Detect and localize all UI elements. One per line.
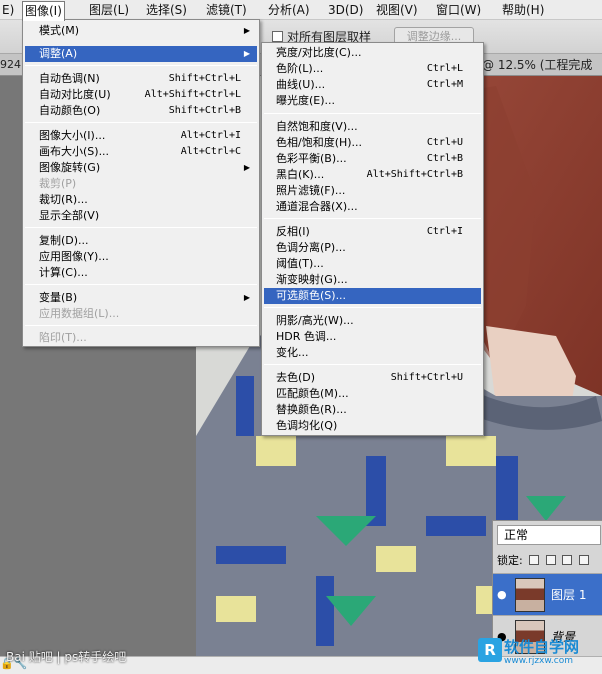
menu-item-invert[interactable]: 反相(I) Ctrl+I — [264, 224, 481, 240]
menu-item-crop[interactable]: 裁剪(P) — [25, 176, 257, 192]
menu-item-duplicate[interactable]: 复制(D)... — [25, 233, 257, 249]
menu-item-levels[interactable]: 色阶(L)... Ctrl+L — [264, 61, 481, 77]
menu-edit[interactable]: E) — [0, 1, 16, 19]
submenu-arrow-icon: ▶ — [243, 49, 250, 58]
menu-item-vibrance[interactable]: 自然饱和度(V)... — [264, 119, 481, 135]
menu-item-hue-saturation[interactable]: 色相/饱和度(H)... Ctrl+U — [264, 135, 481, 151]
layer-name: 图层 1 — [551, 588, 587, 602]
lock-label: 锁定: — [497, 554, 523, 567]
menu-layer[interactable]: 图层(L) — [87, 1, 131, 19]
menu-item-reveal-all[interactable]: 显示全部(V) — [25, 208, 257, 224]
menu-item-auto-color[interactable]: 自动颜色(O) Shift+Ctrl+B — [25, 103, 257, 119]
menu-item-shadows-highlights[interactable]: 阴影/高光(W)... — [264, 313, 481, 329]
watermark-url: www.rjzxw.com — [504, 656, 573, 666]
menu-filter[interactable]: 滤镜(T) — [204, 1, 249, 19]
menu-item-desaturate[interactable]: 去色(D) Shift+Ctrl+U — [264, 370, 481, 386]
doc-tab-left-text: 924 — [0, 58, 21, 71]
menu-item-auto-contrast[interactable]: 自动对比度(U) Alt+Shift+Ctrl+L — [25, 87, 257, 103]
menu-item-gradient-map[interactable]: 渐变映射(G)... — [264, 272, 481, 288]
image-menu: 模式(M) ▶ 调整(A) ▶ 自动色调(N) Shift+Ctrl+L 自动对比度(… — [22, 19, 260, 347]
menu-help[interactable]: 帮助(H) — [500, 1, 546, 19]
menu-item-calculations[interactable]: 计算(C)... — [25, 265, 257, 281]
menu-separator — [264, 307, 481, 308]
menu-item-variations[interactable]: 变化... — [264, 345, 481, 361]
watermark-left: Bai 贴吧 | ps转手绘吧 — [6, 650, 127, 664]
menu-window[interactable]: 窗口(W) — [434, 1, 483, 19]
menu-item-threshold[interactable]: 阈值(T)... — [264, 256, 481, 272]
lock-pixels-icon[interactable] — [545, 555, 556, 565]
submenu-arrow-icon: ▶ — [243, 293, 250, 302]
layer-row-1[interactable]: ● 图层 1 — [493, 573, 602, 615]
menu-item-canvas-size[interactable]: 画布大小(S)... Alt+Ctrl+C — [25, 144, 257, 160]
menu-view[interactable]: 视图(V) — [374, 1, 420, 19]
menu-separator — [25, 122, 257, 123]
menu-item-exposure[interactable]: 曝光度(E)... — [264, 93, 481, 109]
menu-separator — [264, 364, 481, 365]
lock-row: 锁定: — [497, 553, 589, 569]
lock-all-icon[interactable] — [578, 555, 589, 565]
menu-item-image-rotation[interactable]: 图像旋转(G) ▶ — [25, 160, 257, 176]
menu-item-replace-color[interactable]: 替换颜色(R)... — [264, 402, 481, 418]
menu-item-trim[interactable]: 裁切(R)... — [25, 192, 257, 208]
menu-item-photo-filter[interactable]: 照片滤镜(F)... — [264, 183, 481, 199]
menu-separator — [25, 227, 257, 228]
menu-analysis[interactable]: 分析(A) — [266, 1, 312, 19]
menu-item-black-white[interactable]: 黑白(K)... Alt+Shift+Ctrl+B — [264, 167, 481, 183]
menu-item-curves[interactable]: 曲线(U)... Ctrl+M — [264, 77, 481, 93]
submenu-arrow-icon: ▶ — [243, 163, 250, 172]
eye-icon[interactable]: ● — [497, 588, 507, 601]
menu-image[interactable]: 图像(I) — [22, 1, 65, 21]
watermark-logo: R — [478, 638, 502, 662]
menu-select[interactable]: 选择(S) — [144, 1, 189, 19]
menu-item-adjustments[interactable]: 调整(A) ▶ — [25, 46, 257, 62]
checkbox-icon — [272, 31, 283, 42]
menu-separator — [25, 284, 257, 285]
menu-3d[interactable]: 3D(D) — [326, 1, 365, 19]
adjustments-submenu: 亮度/对比度(C)... 色阶(L)... Ctrl+L 曲线(U)... Ctrl… — [261, 42, 484, 436]
menu-item-image-size[interactable]: 图像大小(I)... Alt+Ctrl+I — [25, 128, 257, 144]
menu-item-equalize[interactable]: 色调均化(Q) — [264, 418, 481, 434]
menu-separator — [25, 325, 257, 326]
menu-separator — [264, 218, 481, 219]
menu-item-color-balance[interactable]: 色彩平衡(B)... Ctrl+B — [264, 151, 481, 167]
menu-item-mode[interactable]: 模式(M) ▶ — [25, 23, 257, 39]
menu-separator — [264, 113, 481, 114]
doc-tab-title[interactable]: @ 12.5% (工程完成 — [482, 58, 592, 72]
menu-bar: E) 图像(I) 图层(L) 选择(S) 滤镜(T) 分析(A) 3D(D) 视… — [0, 0, 602, 21]
menu-item-selective-color[interactable]: 可选颜色(S)... — [264, 288, 481, 304]
menu-item-auto-tone[interactable]: 自动色调(N) Shift+Ctrl+L — [25, 71, 257, 87]
menu-item-brightness-contrast[interactable]: 亮度/对比度(C)... — [264, 45, 481, 61]
watermark-site-name: 软件自学网 — [504, 638, 580, 656]
menu-separator — [25, 65, 257, 66]
menu-item-apply-data-set[interactable]: 应用数据组(L)... — [25, 306, 257, 322]
menu-item-apply-image[interactable]: 应用图像(Y)... — [25, 249, 257, 265]
watermark-right: R 软件自学网 www.rjzxw.com — [478, 636, 602, 670]
menu-item-posterize[interactable]: 色调分离(P)... — [264, 240, 481, 256]
lock-position-icon[interactable] — [562, 555, 573, 565]
layer-thumbnail — [515, 578, 545, 612]
menu-item-match-color[interactable]: 匹配颜色(M)... — [264, 386, 481, 402]
submenu-arrow-icon: ▶ — [243, 26, 250, 35]
menu-item-variables[interactable]: 变量(B) ▶ — [25, 290, 257, 306]
menu-item-channel-mixer[interactable]: 通道混合器(X)... — [264, 199, 481, 215]
lock-transparent-icon[interactable] — [529, 555, 540, 565]
menu-item-hdr-toning[interactable]: HDR 色调... — [264, 329, 481, 345]
blend-mode-select[interactable]: 正常 — [497, 525, 601, 545]
menu-item-trap[interactable]: 陷印(T)... — [25, 330, 257, 346]
